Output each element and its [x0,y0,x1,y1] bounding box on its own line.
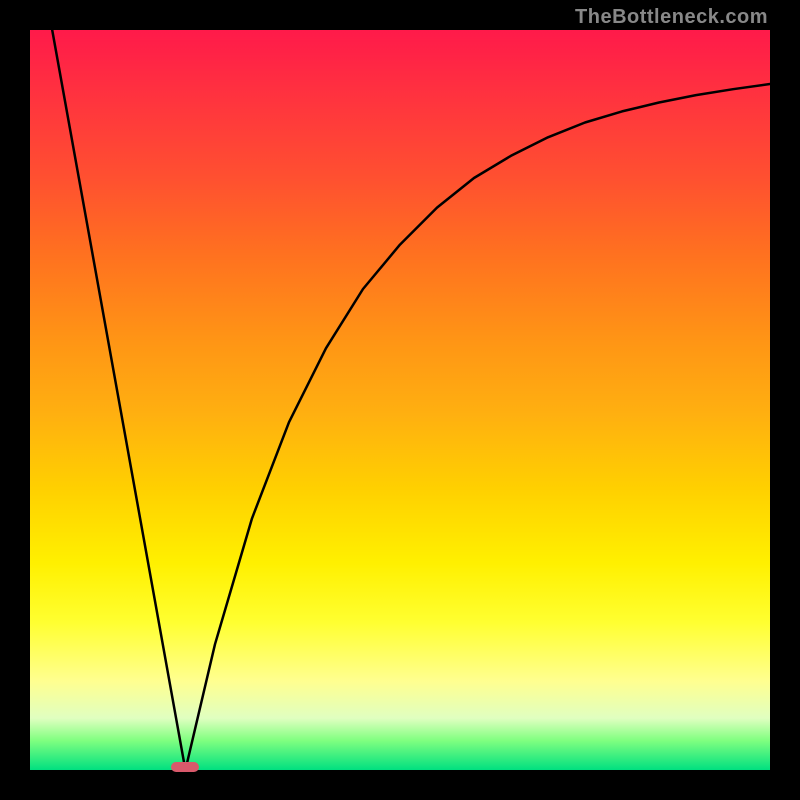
minimum-marker [171,762,199,772]
chart-frame: TheBottleneck.com [0,0,800,800]
watermark-text: TheBottleneck.com [575,6,768,29]
bottleneck-curve [30,30,770,770]
